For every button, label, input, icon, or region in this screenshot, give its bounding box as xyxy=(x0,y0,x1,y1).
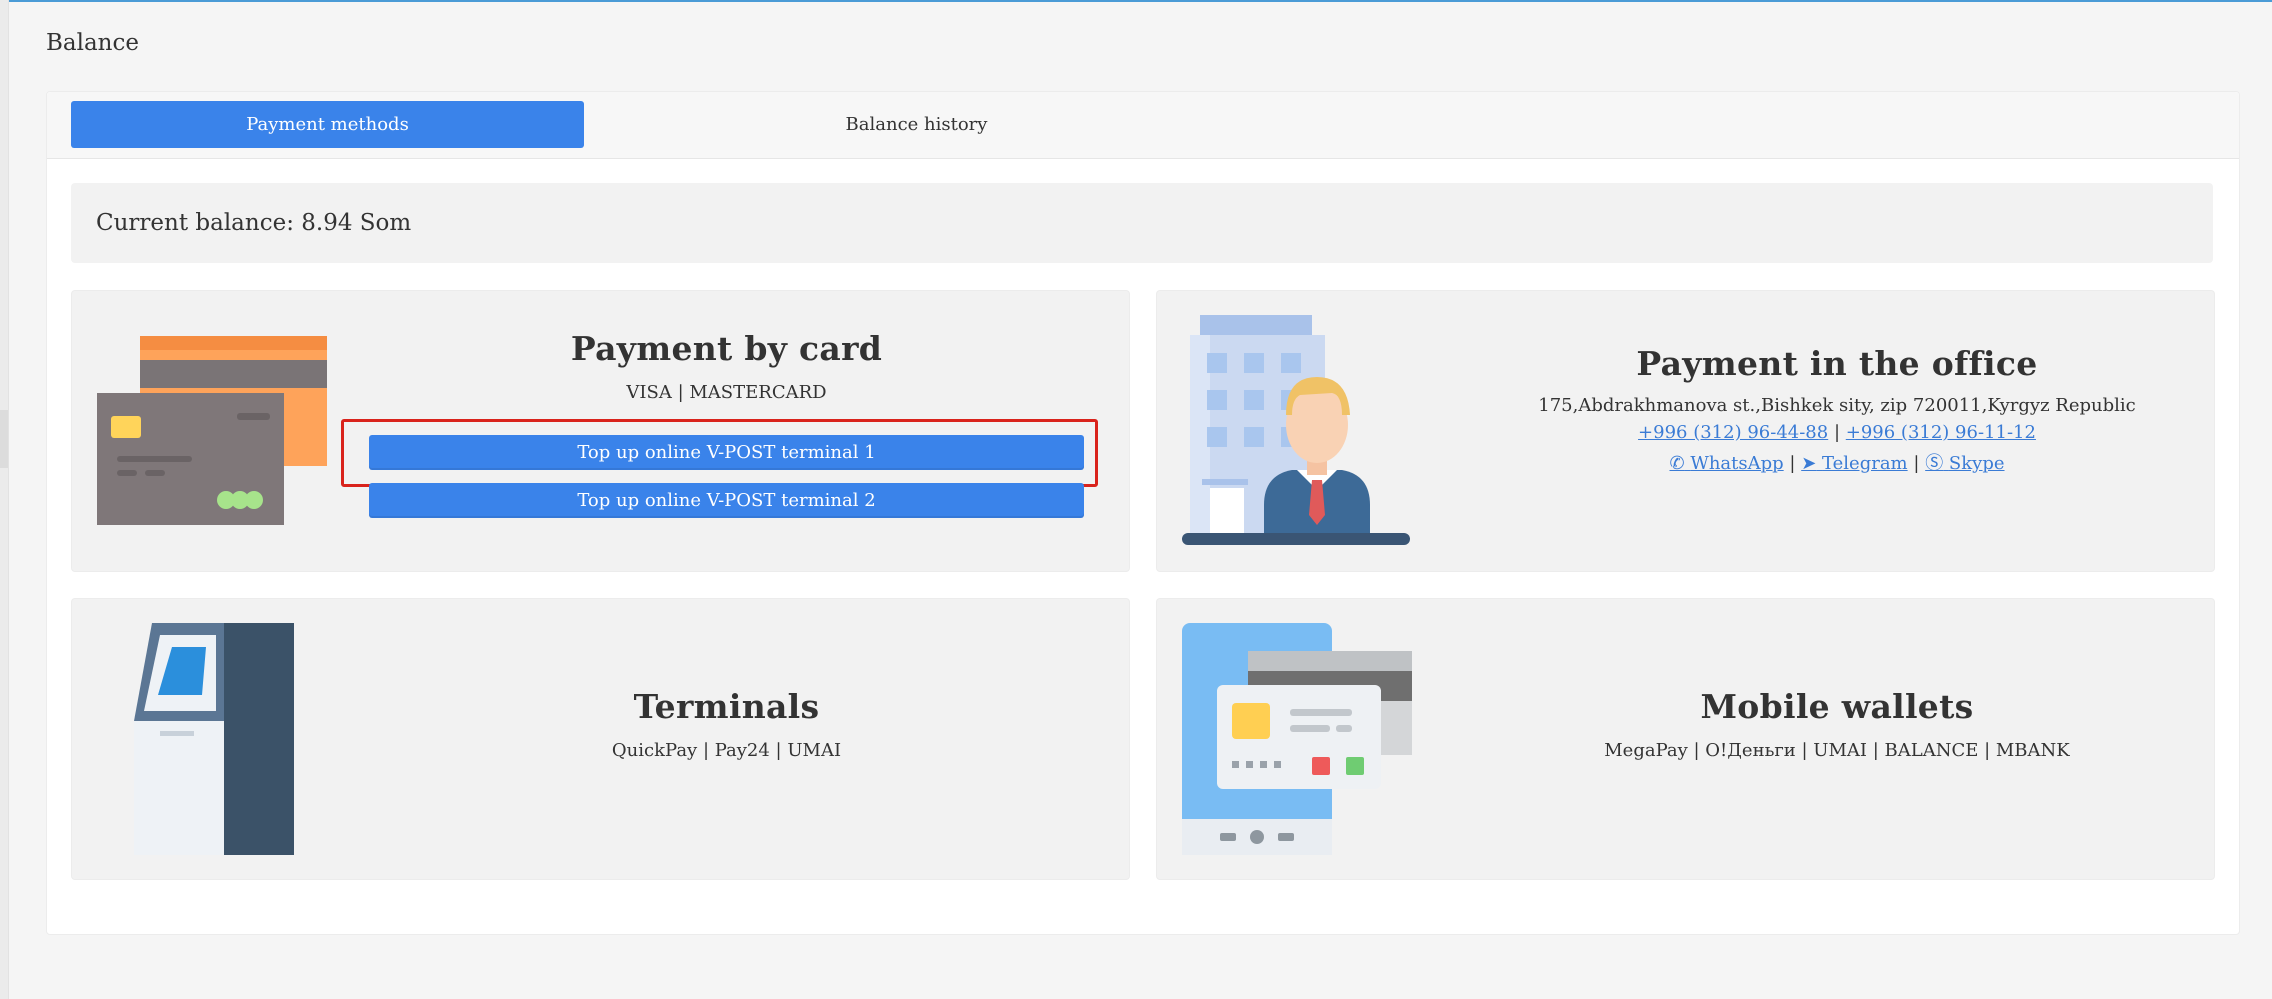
sidebar-handle[interactable] xyxy=(0,410,8,468)
skype-icon: Ⓢ xyxy=(1925,453,1944,474)
mobile-wallets-subtitle: MegaPay | О!Деньги | UMAI | BALANCE | MB… xyxy=(1604,740,2070,761)
top-up-terminal-2-button[interactable]: Top up online V-POST terminal 2 xyxy=(369,483,1084,518)
payment-terminal-icon xyxy=(134,623,294,855)
office-title: Payment in the office xyxy=(1636,344,2038,383)
terminals-title: Terminals xyxy=(633,687,820,726)
mobile-wallets-title: Mobile wallets xyxy=(1700,687,1974,726)
separator: | xyxy=(1789,453,1796,474)
top-accent-line xyxy=(0,0,2272,2)
office-content: Payment in the office 175,Abdrakhmanova … xyxy=(1487,344,2187,475)
phone-link-1[interactable]: +996 (312) 96-44-88 xyxy=(1638,422,1828,443)
top-up-terminal-1-button[interactable]: Top up online V-POST terminal 1 xyxy=(369,435,1084,470)
office-clerk-icon xyxy=(1182,315,1410,545)
telegram-icon: ➤ xyxy=(1801,453,1817,474)
card-payment-content: Payment by card VISA | MASTERCARD xyxy=(369,329,1084,403)
terminals-card: Terminals QuickPay | Pay24 | UMAI xyxy=(71,598,1130,880)
telegram-link[interactable]: ➤ Telegram xyxy=(1801,453,1907,474)
office-phones: +996 (312) 96-44-88 | +996 (312) 96-11-1… xyxy=(1487,422,2187,443)
left-sidebar-edge xyxy=(0,0,9,999)
whatsapp-icon: ✆ xyxy=(1669,453,1685,474)
current-balance-text: Current balance: 8.94 Som xyxy=(96,210,412,236)
mobile-wallets-card: Mobile wallets MegaPay | О!Деньги | UMAI… xyxy=(1156,598,2215,880)
credit-cards-icon xyxy=(97,336,327,525)
terminals-content: Terminals QuickPay | Pay24 | UMAI xyxy=(369,687,1084,761)
card-payment-subtitle: VISA | MASTERCARD xyxy=(626,382,827,403)
balance-panel: Payment methods Balance history Current … xyxy=(46,91,2240,935)
mobile-wallet-icon xyxy=(1182,623,1412,855)
skype-link[interactable]: Ⓢ Skype xyxy=(1925,453,2004,474)
tab-bar: Payment methods Balance history xyxy=(47,92,2239,159)
payment-in-office-card: Payment in the office 175,Abdrakhmanova … xyxy=(1156,290,2215,572)
skype-label: Skype xyxy=(1948,453,2005,474)
payment-by-card-card: Payment by card VISA | MASTERCARD Top up… xyxy=(71,290,1130,572)
terminals-subtitle: QuickPay | Pay24 | UMAI xyxy=(611,740,842,761)
tab-balance-history[interactable]: Balance history xyxy=(660,101,1173,148)
page-title: Balance xyxy=(46,30,139,56)
current-balance-box: Current balance: 8.94 Som xyxy=(71,183,2213,263)
whatsapp-label: WhatsApp xyxy=(1690,453,1784,474)
card-payment-title: Payment by card xyxy=(570,329,883,368)
office-messengers: ✆ WhatsApp | ➤ Telegram | Ⓢ Skype xyxy=(1487,449,2187,475)
telegram-label: Telegram xyxy=(1822,453,1908,474)
office-address: 175,Abdrakhmanova st.,Bishkek sity, zip … xyxy=(1538,395,2136,416)
separator: | xyxy=(1913,453,1920,474)
whatsapp-link[interactable]: ✆ WhatsApp xyxy=(1669,453,1783,474)
phone-link-2[interactable]: +996 (312) 96-11-12 xyxy=(1846,422,2036,443)
tab-payment-methods[interactable]: Payment methods xyxy=(71,101,584,148)
mobile-wallets-content: Mobile wallets MegaPay | О!Деньги | UMAI… xyxy=(1487,687,2187,761)
separator: | xyxy=(1833,422,1841,443)
